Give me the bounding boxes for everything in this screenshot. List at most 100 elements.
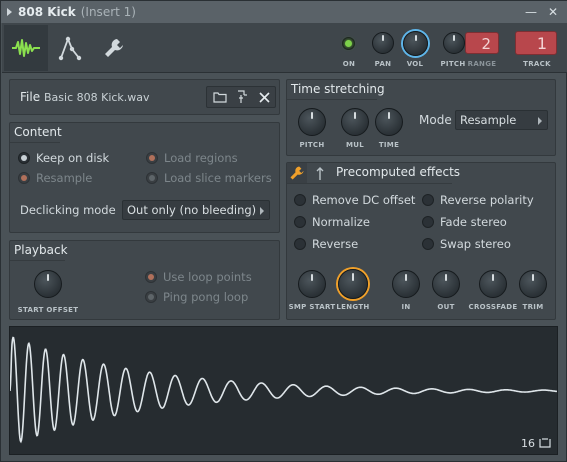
mode-value: Resample (460, 113, 517, 127)
tab-sample-settings[interactable] (4, 25, 48, 71)
reverse-polarity-label: Reverse polarity (440, 193, 534, 207)
menu-arrow-icon[interactable] (7, 8, 12, 16)
fade-stereo-label: Fade stereo (440, 215, 507, 229)
track-label: TRACK (523, 60, 551, 68)
mode-label: Mode (419, 113, 452, 127)
ts-time-knob[interactable] (375, 108, 403, 136)
smp-start-knob[interactable] (298, 270, 326, 298)
track-value: 1 (536, 34, 547, 53)
ping-pong-loop-label: Ping pong loop (163, 290, 249, 304)
in-knob[interactable] (392, 270, 420, 298)
in-label: IN (401, 303, 411, 311)
mode-dropdown[interactable]: Resample (455, 110, 548, 130)
resample-label: Resample (36, 171, 93, 185)
window-title: 808 Kick (18, 5, 76, 19)
load-slice-markers-option[interactable]: Load slice markers (146, 171, 272, 185)
envelope-icon (58, 36, 82, 61)
track-box[interactable]: 1 (515, 31, 557, 55)
trim-label: TRIM (522, 303, 544, 311)
fade-stereo-radio[interactable] (422, 216, 434, 228)
fade-stereo-option[interactable]: Fade stereo (422, 215, 507, 229)
load-slice-markers-label: Load slice markers (164, 171, 272, 185)
trim-knob[interactable] (519, 270, 547, 298)
tab-misc-functions[interactable] (92, 25, 136, 71)
content-panel: Content Keep on disk Resample Load regio… (9, 122, 280, 233)
declicking-dropdown[interactable]: Out only (no bleeding) (122, 200, 270, 220)
channel-settings-window: 808 Kick (Insert 1) — ✕ ON PAN VOL PITCH… (0, 0, 567, 462)
remove-dc-radio[interactable] (294, 194, 306, 206)
crossfade-label: CROSSFADE (468, 303, 518, 311)
use-loop-points-option[interactable]: Use loop points (145, 270, 252, 284)
swap-stereo-radio[interactable] (422, 238, 434, 250)
dropdown-arrow-icon (260, 207, 264, 215)
waveform-line (9, 336, 558, 444)
length-label: LENGTH (336, 303, 370, 311)
dropdown-arrow-icon (538, 117, 542, 125)
vol-label: VOL (406, 60, 424, 68)
keep-on-disk-option[interactable]: Keep on disk (18, 151, 109, 165)
swap-stereo-label: Swap stereo (440, 237, 511, 251)
waveform-icon (12, 39, 40, 57)
use-loop-points-radio[interactable] (145, 271, 157, 283)
crossfade-knob[interactable] (479, 270, 507, 298)
load-regions-radio[interactable] (146, 152, 158, 164)
ts-mul-knob[interactable] (341, 108, 369, 136)
tab-envelope[interactable] (48, 25, 92, 71)
pan-knob[interactable] (372, 32, 394, 54)
out-label: OUT (437, 303, 455, 311)
ts-time-label: TIME (378, 141, 400, 149)
reverse-polarity-option[interactable]: Reverse polarity (422, 193, 534, 207)
ping-pong-loop-radio[interactable] (145, 291, 157, 303)
declicking-label: Declicking mode (20, 203, 116, 217)
close-icon[interactable]: ✕ (548, 5, 558, 19)
open-folder-icon[interactable] (209, 87, 231, 107)
clip-icon (316, 167, 324, 180)
keep-on-disk-label: Keep on disk (36, 151, 110, 165)
load-regions-label: Load regions (164, 151, 238, 165)
ping-pong-loop-option[interactable]: Ping pong loop (145, 290, 248, 304)
range-box[interactable]: 2 (465, 32, 499, 54)
vol-knob[interactable] (403, 31, 428, 56)
load-slice-markers-radio[interactable] (146, 172, 158, 184)
reverse-option[interactable]: Reverse (294, 237, 358, 251)
wrench-icon (290, 166, 304, 180)
minimize-icon[interactable]: — (525, 5, 537, 19)
ts-pitch-knob[interactable] (298, 108, 326, 136)
keep-on-disk-radio[interactable] (18, 152, 30, 164)
file-panel: File Basic 808 Kick.wav (9, 79, 280, 115)
remove-dc-option[interactable]: Remove DC offset (294, 193, 415, 207)
content-title: Content (14, 125, 62, 139)
load-regions-option[interactable]: Load regions (146, 151, 238, 165)
wrench-icon (105, 39, 123, 57)
out-knob[interactable] (432, 270, 460, 298)
resample-option[interactable]: Resample (18, 171, 92, 185)
length-knob[interactable] (338, 269, 368, 299)
remove-dc-label: Remove DC offset (312, 193, 416, 207)
locate-file-icon[interactable] (231, 87, 253, 107)
pitch-knob[interactable] (443, 32, 465, 54)
precomputed-effects-panel: Precomputed effects Remove DC offset Nor… (286, 162, 556, 320)
use-loop-points-label: Use loop points (163, 270, 252, 284)
file-name: Basic 808 Kick.wav (44, 91, 150, 104)
swap-stereo-option[interactable]: Swap stereo (422, 237, 511, 251)
start-offset-label: START OFFSET (17, 306, 79, 314)
resample-radio[interactable] (18, 172, 30, 184)
clear-file-icon[interactable] (253, 87, 275, 107)
loop-icon[interactable] (539, 438, 551, 448)
normalize-option[interactable]: Normalize (294, 215, 370, 229)
playback-panel: Playback START OFFSET Use loop points Pi… (9, 240, 280, 320)
on-label: ON (342, 60, 356, 68)
toolbar: ON PAN VOL PITCH 2 RANGE 1 TRACK (2, 23, 567, 73)
on-led[interactable] (342, 37, 355, 50)
reverse-radio[interactable] (294, 238, 306, 250)
precomputed-wrench-button[interactable] (287, 163, 307, 183)
reverse-label: Reverse (312, 237, 359, 251)
reverse-polarity-radio[interactable] (422, 194, 434, 206)
title-bar[interactable]: 808 Kick (Insert 1) — ✕ (1, 1, 567, 23)
insert-label: (Insert 1) (80, 5, 136, 19)
start-offset-knob[interactable] (34, 270, 62, 298)
waveform-display[interactable]: 16 (9, 326, 558, 455)
normalize-radio[interactable] (294, 216, 306, 228)
waveform-graph (9, 336, 558, 444)
pan-label: PAN (374, 60, 392, 68)
